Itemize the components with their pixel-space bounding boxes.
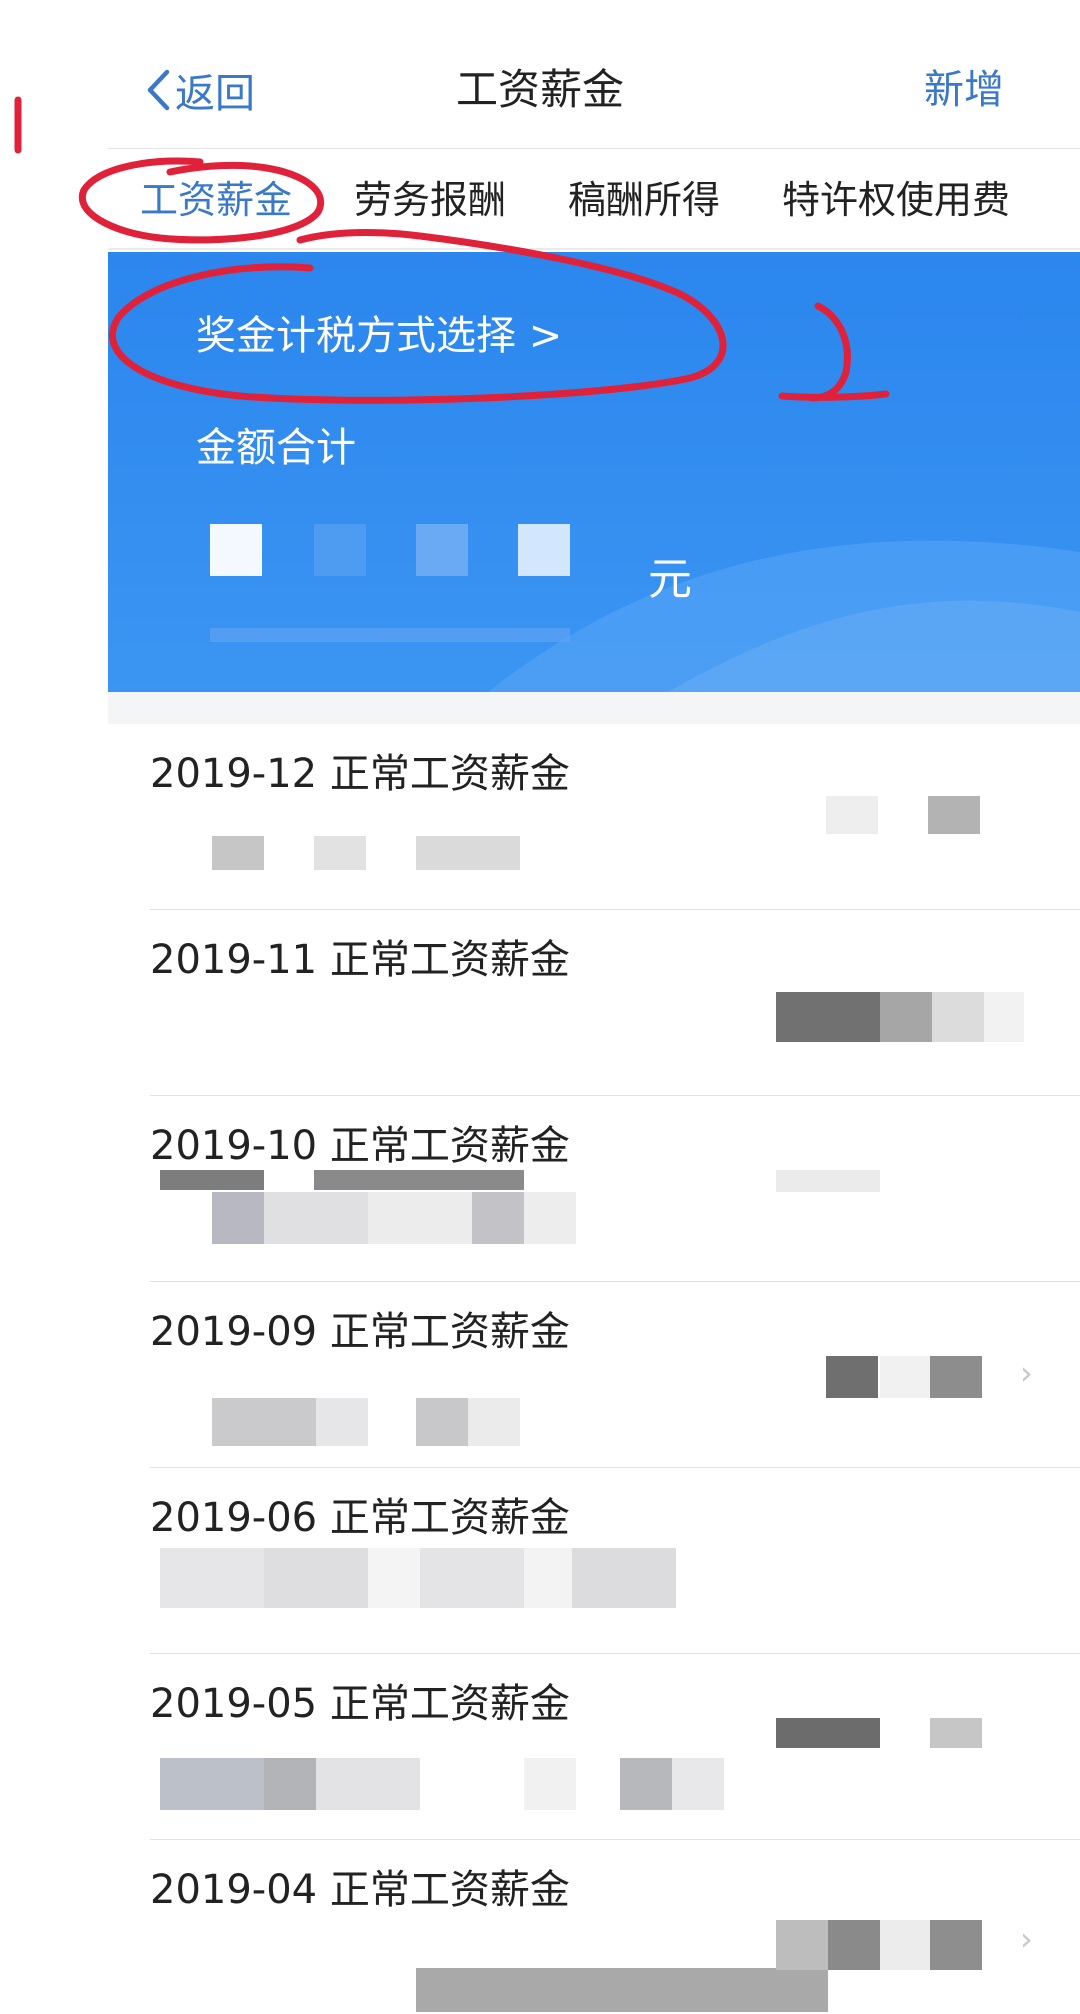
list-item[interactable]: 2019-04 正常工资薪金 › [150, 1840, 1080, 2014]
tab-salary[interactable]: 工资薪金 [140, 172, 292, 232]
total-amount-label: 金额合计 [196, 425, 356, 471]
tab-royalties[interactable]: 特许权使用费 [782, 172, 1010, 232]
record-title: 2019-09 正常工资薪金 [150, 1309, 570, 1355]
list-item[interactable]: 2019-06 正常工资薪金 [150, 1468, 1080, 1654]
tabs-divider [108, 248, 1080, 250]
section-gap [108, 692, 1080, 724]
tab-labor-remuneration[interactable]: 劳务报酬 [354, 172, 506, 232]
chevron-right-icon: › [1020, 1354, 1033, 1392]
list-item[interactable]: 2019-10 正常工资薪金 [150, 1096, 1080, 1282]
amount-unit: 元 [648, 554, 692, 605]
list-item[interactable]: 2019-09 正常工资薪金 › [150, 1282, 1080, 1468]
tab-author-remuneration[interactable]: 稿酬所得 [568, 172, 720, 232]
chevron-right-icon: › [1020, 1920, 1033, 1958]
list-item[interactable]: 2019-11 正常工资薪金 [150, 910, 1080, 1096]
bonus-tax-method-link[interactable]: 奖金计税方式选择 > [196, 308, 562, 364]
add-button[interactable]: 新增 [924, 62, 1004, 118]
nav-divider [108, 148, 1080, 149]
page-title: 工资薪金 [455, 65, 624, 114]
record-title: 2019-06 正常工资薪金 [150, 1495, 570, 1541]
record-title: 2019-10 正常工资薪金 [150, 1123, 570, 1169]
list-item[interactable]: 2019-12 正常工资薪金 [150, 724, 1080, 910]
record-title: 2019-12 正常工资薪金 [150, 751, 570, 797]
record-title: 2019-11 正常工资薪金 [150, 937, 570, 983]
summary-banner: 奖金计税方式选择 > 金额合计 元 [108, 252, 1080, 692]
list-item[interactable]: 2019-05 正常工资薪金 [150, 1654, 1080, 1840]
income-type-tabs: 工资薪金 劳务报酬 稿酬所得 特许权使用费 [140, 172, 1072, 232]
record-title: 2019-04 正常工资薪金 [150, 1867, 570, 1913]
record-title: 2019-05 正常工资薪金 [150, 1681, 570, 1727]
